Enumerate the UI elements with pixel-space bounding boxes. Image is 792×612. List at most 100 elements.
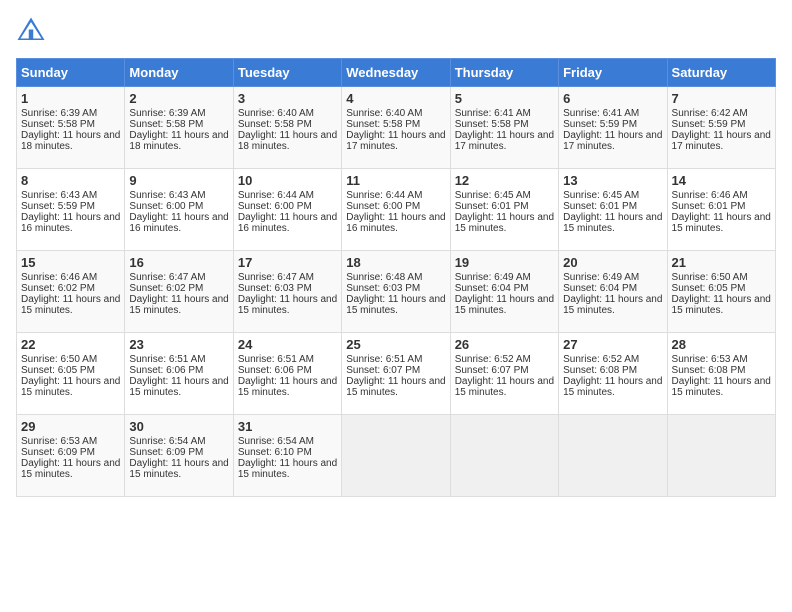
calendar-day-cell: 10Sunrise: 6:44 AMSunset: 6:00 PMDayligh… bbox=[233, 169, 341, 251]
daylight-text: Daylight: 11 hours and 15 minutes. bbox=[129, 458, 228, 480]
sunrise-text: Sunrise: 6:43 AM bbox=[129, 190, 205, 201]
daylight-text: Daylight: 11 hours and 15 minutes. bbox=[563, 376, 662, 398]
daylight-text: Daylight: 11 hours and 15 minutes. bbox=[672, 376, 771, 398]
daylight-text: Daylight: 11 hours and 15 minutes. bbox=[455, 294, 554, 316]
calendar-day-cell: 29 Sunrise: 6:53 AMSunset: 6:09 PMDayligh… bbox=[17, 415, 125, 497]
day-number: 5 bbox=[455, 91, 554, 106]
day-number: 1 bbox=[21, 91, 120, 106]
day-number: 24 bbox=[238, 337, 337, 352]
calendar-day-cell: 3Sunrise: 6:40 AMSunset: 5:58 PMDaylight… bbox=[233, 87, 341, 169]
calendar-day-cell: 20Sunrise: 6:49 AMSunset: 6:04 PMDayligh… bbox=[559, 251, 667, 333]
sunrise-text: Sunrise: 6:52 AM bbox=[455, 354, 531, 365]
sunset-text: Sunset: 6:02 PM bbox=[21, 283, 95, 294]
header bbox=[16, 16, 776, 46]
calendar-week-row: 8Sunrise: 6:43 AMSunset: 5:59 PMDaylight… bbox=[17, 169, 776, 251]
sunrise-text: Sunrise: 6:49 AM bbox=[455, 272, 531, 283]
sunrise-text: Sunrise: 6:40 AM bbox=[346, 108, 422, 119]
calendar-week-row: 22Sunrise: 6:50 AMSunset: 6:05 PMDayligh… bbox=[17, 333, 776, 415]
sunrise-text: Sunrise: 6:39 AM bbox=[129, 108, 205, 119]
sunset-text: Sunset: 6:00 PM bbox=[238, 201, 312, 212]
calendar-day-cell: 27Sunrise: 6:52 AMSunset: 6:08 PMDayligh… bbox=[559, 333, 667, 415]
daylight-text: Daylight: 11 hours and 15 minutes. bbox=[238, 376, 337, 398]
sunset-text: Sunset: 6:05 PM bbox=[21, 365, 95, 376]
calendar-day-cell: 16Sunrise: 6:47 AMSunset: 6:02 PMDayligh… bbox=[125, 251, 233, 333]
weekday-row: SundayMondayTuesdayWednesdayThursdayFrid… bbox=[17, 59, 776, 87]
day-number: 23 bbox=[129, 337, 228, 352]
sunset-text: Sunset: 6:01 PM bbox=[563, 201, 637, 212]
daylight-text: Daylight: 11 hours and 15 minutes. bbox=[672, 294, 771, 316]
calendar-day-cell: 26Sunrise: 6:52 AMSunset: 6:07 PMDayligh… bbox=[450, 333, 558, 415]
sunset-text: Sunset: 5:59 PM bbox=[21, 201, 95, 212]
sunset-text: Sunset: 6:05 PM bbox=[672, 283, 746, 294]
sunset-text: Sunset: 6:01 PM bbox=[455, 201, 529, 212]
sunset-text: Sunset: 5:59 PM bbox=[563, 119, 637, 130]
calendar-day-cell: 8Sunrise: 6:43 AMSunset: 5:59 PMDaylight… bbox=[17, 169, 125, 251]
daylight-text: Daylight: 11 hours and 15 minutes. bbox=[563, 212, 662, 234]
sunrise-text: Sunrise: 6:40 AM bbox=[238, 108, 314, 119]
calendar-day-cell: 7Sunrise: 6:42 AMSunset: 5:59 PMDaylight… bbox=[667, 87, 775, 169]
day-number: 20 bbox=[563, 255, 662, 270]
calendar-day-cell: 23Sunrise: 6:51 AMSunset: 6:06 PMDayligh… bbox=[125, 333, 233, 415]
calendar-day-cell: 14Sunrise: 6:46 AMSunset: 6:01 PMDayligh… bbox=[667, 169, 775, 251]
sunrise-text: Sunrise: 6:43 AM bbox=[21, 190, 97, 201]
sunrise-text: Sunrise: 6:50 AM bbox=[21, 354, 97, 365]
sunrise-text: Sunrise: 6:47 AM bbox=[129, 272, 205, 283]
calendar-day-cell: 22Sunrise: 6:50 AMSunset: 6:05 PMDayligh… bbox=[17, 333, 125, 415]
logo-icon bbox=[16, 16, 46, 46]
calendar-table: SundayMondayTuesdayWednesdayThursdayFrid… bbox=[16, 58, 776, 497]
day-number: 29 bbox=[21, 419, 120, 434]
daylight-text: Daylight: 11 hours and 15 minutes. bbox=[21, 458, 120, 480]
daylight-text: Daylight: 11 hours and 16 minutes. bbox=[21, 212, 120, 234]
weekday-header: Saturday bbox=[667, 59, 775, 87]
calendar-day-cell bbox=[559, 415, 667, 497]
day-number: 7 bbox=[672, 91, 771, 106]
daylight-text: Daylight: 11 hours and 15 minutes. bbox=[672, 212, 771, 234]
calendar-day-cell bbox=[667, 415, 775, 497]
daylight-text: Daylight: 11 hours and 15 minutes. bbox=[563, 294, 662, 316]
calendar-day-cell: 24Sunrise: 6:51 AMSunset: 6:06 PMDayligh… bbox=[233, 333, 341, 415]
sunset-text: Sunset: 6:00 PM bbox=[346, 201, 420, 212]
calendar-day-cell: 9Sunrise: 6:43 AMSunset: 6:00 PMDaylight… bbox=[125, 169, 233, 251]
sunset-text: Sunset: 6:03 PM bbox=[238, 283, 312, 294]
daylight-text: Daylight: 11 hours and 17 minutes. bbox=[672, 130, 771, 152]
daylight-text: Daylight: 11 hours and 17 minutes. bbox=[346, 130, 445, 152]
calendar-day-cell: 25Sunrise: 6:51 AMSunset: 6:07 PMDayligh… bbox=[342, 333, 450, 415]
calendar-day-cell: 11Sunrise: 6:44 AMSunset: 6:00 PMDayligh… bbox=[342, 169, 450, 251]
sunset-text: Sunset: 6:09 PM bbox=[21, 447, 95, 458]
calendar-week-row: 15Sunrise: 6:46 AMSunset: 6:02 PMDayligh… bbox=[17, 251, 776, 333]
sunrise-text: Sunrise: 6:53 AM bbox=[21, 436, 97, 447]
day-number: 13 bbox=[563, 173, 662, 188]
daylight-text: Daylight: 11 hours and 16 minutes. bbox=[346, 212, 445, 234]
calendar-day-cell: 15Sunrise: 6:46 AMSunset: 6:02 PMDayligh… bbox=[17, 251, 125, 333]
daylight-text: Daylight: 11 hours and 15 minutes. bbox=[129, 294, 228, 316]
weekday-header: Monday bbox=[125, 59, 233, 87]
weekday-header: Thursday bbox=[450, 59, 558, 87]
day-number: 3 bbox=[238, 91, 337, 106]
sunset-text: Sunset: 6:08 PM bbox=[672, 365, 746, 376]
weekday-header: Tuesday bbox=[233, 59, 341, 87]
sunset-text: Sunset: 6:10 PM bbox=[238, 447, 312, 458]
weekday-header: Wednesday bbox=[342, 59, 450, 87]
daylight-text: Daylight: 11 hours and 15 minutes. bbox=[455, 376, 554, 398]
sunrise-text: Sunrise: 6:53 AM bbox=[672, 354, 748, 365]
sunrise-text: Sunrise: 6:50 AM bbox=[672, 272, 748, 283]
calendar-day-cell: 19Sunrise: 6:49 AMSunset: 6:04 PMDayligh… bbox=[450, 251, 558, 333]
daylight-text: Daylight: 11 hours and 17 minutes. bbox=[455, 130, 554, 152]
calendar-day-cell: 2Sunrise: 6:39 AMSunset: 5:58 PMDaylight… bbox=[125, 87, 233, 169]
day-number: 6 bbox=[563, 91, 662, 106]
sunrise-text: Sunrise: 6:41 AM bbox=[455, 108, 531, 119]
day-number: 27 bbox=[563, 337, 662, 352]
sunset-text: Sunset: 6:08 PM bbox=[563, 365, 637, 376]
sunset-text: Sunset: 6:04 PM bbox=[455, 283, 529, 294]
daylight-text: Daylight: 11 hours and 18 minutes. bbox=[238, 130, 337, 152]
calendar-day-cell: 18Sunrise: 6:48 AMSunset: 6:03 PMDayligh… bbox=[342, 251, 450, 333]
sunset-text: Sunset: 6:03 PM bbox=[346, 283, 420, 294]
sunset-text: Sunset: 5:58 PM bbox=[455, 119, 529, 130]
calendar-week-row: 1Sunrise: 6:39 AMSunset: 5:58 PMDaylight… bbox=[17, 87, 776, 169]
sunset-text: Sunset: 6:06 PM bbox=[129, 365, 203, 376]
sunset-text: Sunset: 6:00 PM bbox=[129, 201, 203, 212]
sunset-text: Sunset: 5:58 PM bbox=[346, 119, 420, 130]
day-number: 12 bbox=[455, 173, 554, 188]
daylight-text: Daylight: 11 hours and 15 minutes. bbox=[346, 376, 445, 398]
day-number: 31 bbox=[238, 419, 337, 434]
